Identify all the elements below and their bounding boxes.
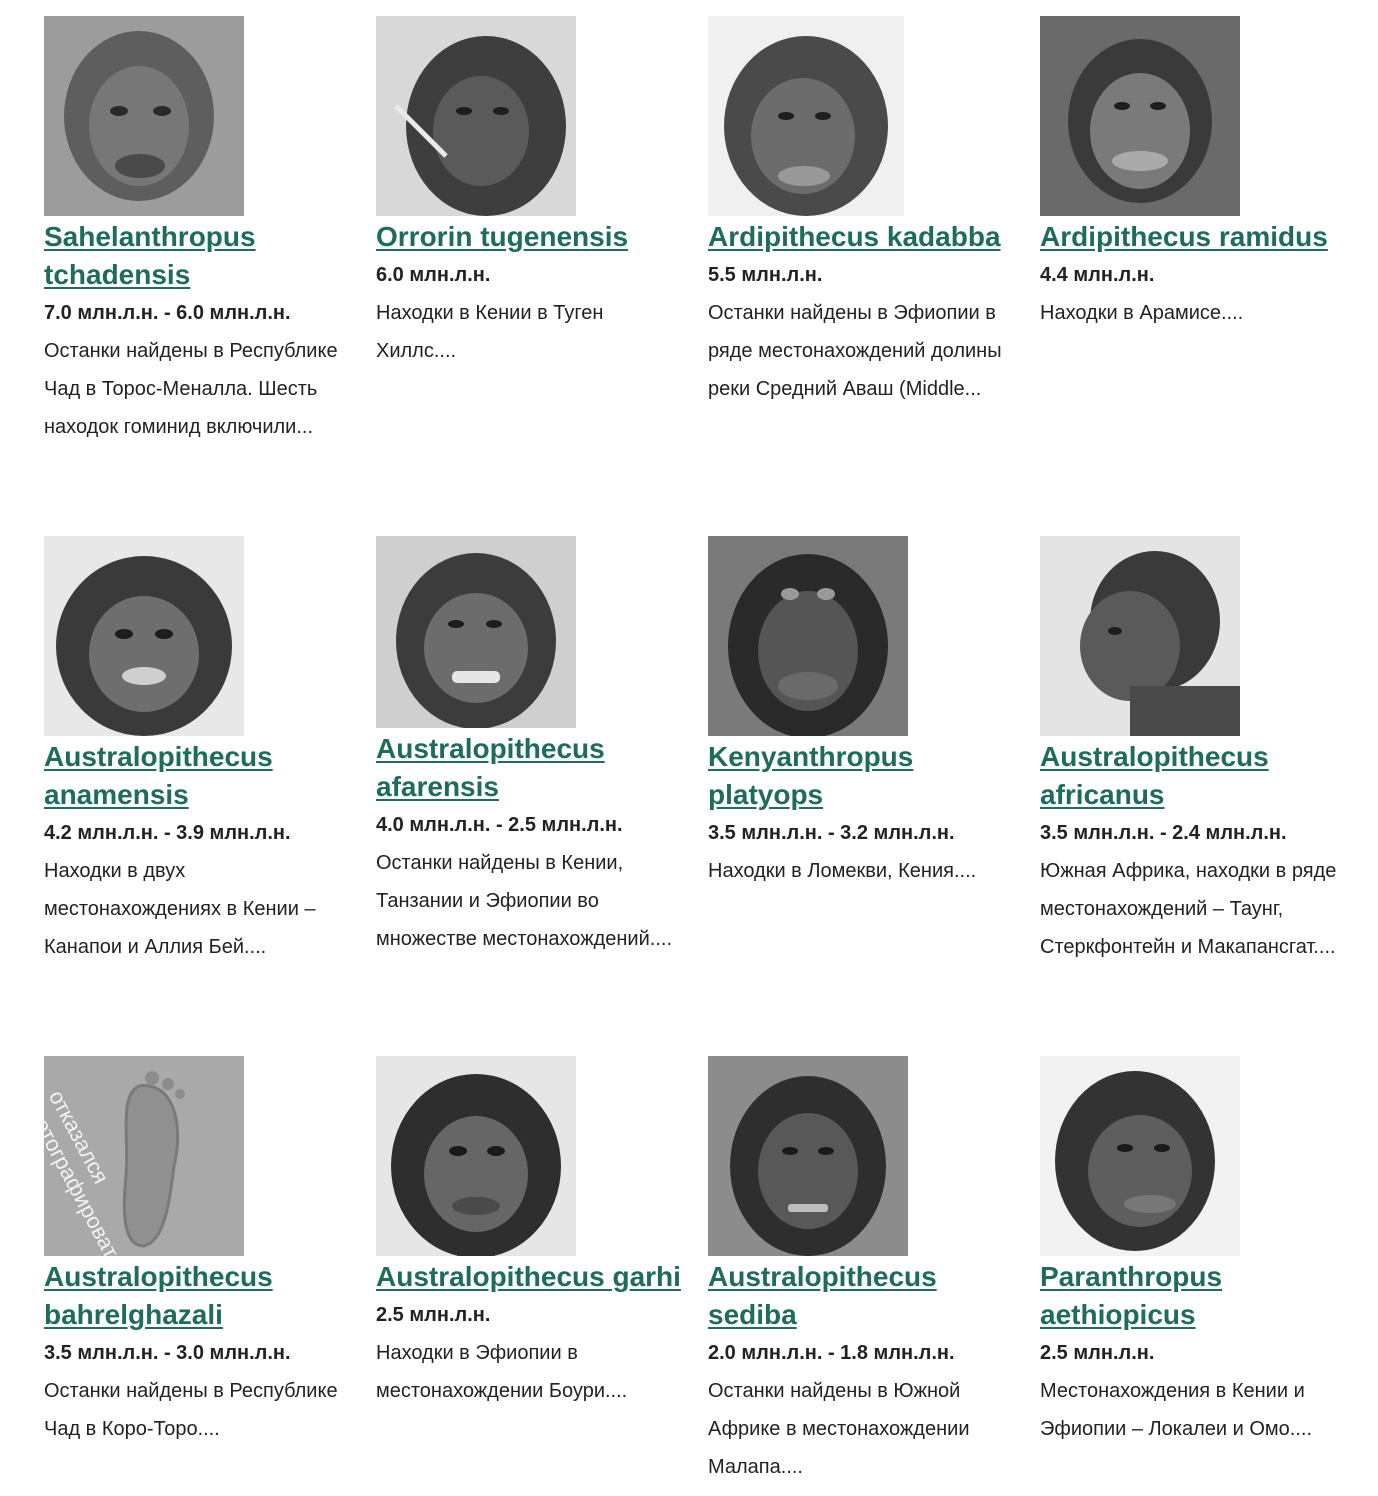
species-title-link[interactable]: Kenyanthropus platyops xyxy=(708,738,1018,814)
species-date: 3.5 млн.л.н. - 3.0 млн.л.н. xyxy=(44,1342,291,1364)
species-description: Останки найдены в Республике Чад в Коро-… xyxy=(44,1380,338,1440)
species-description: Находки в Ломекви, Кения.... xyxy=(708,860,977,882)
species-card-australopithecus-bahrelghazali: отказался фотографироваться Australopith… xyxy=(44,1056,354,1448)
hominid-portrait-icon xyxy=(376,16,576,216)
species-date: 4.2 млн.л.н. - 3.9 млн.л.н. xyxy=(44,822,291,844)
species-description: Останки найдены в Южной Африке в местона… xyxy=(708,1380,970,1478)
species-title-link[interactable]: Australopithecus anamensis xyxy=(44,738,354,814)
species-photo-link[interactable] xyxy=(1040,1056,1240,1256)
species-card-paranthropus-aethiopicus: Paranthropus aethiopicus 2.5 млн.л.н. Ме… xyxy=(1040,1056,1350,1448)
species-photo-link[interactable] xyxy=(708,536,908,736)
hominid-portrait-icon xyxy=(1040,1056,1240,1256)
hominid-portrait-icon xyxy=(708,1056,908,1256)
species-description: Находки в Эфиопии в местонахождении Боур… xyxy=(376,1342,628,1402)
species-card-ardipithecus-ramidus: Ardipithecus ramidus 4.4 млн.л.н. Находк… xyxy=(1040,16,1350,332)
species-card-kenyanthropus-platyops: Kenyanthropus platyops 3.5 млн.л.н. - 3.… xyxy=(708,536,1018,890)
species-title-link[interactable]: Ardipithecus ramidus xyxy=(1040,218,1350,256)
species-card-australopithecus-garhi: Australopithecus garhi 2.5 млн.л.н. Нахо… xyxy=(376,1056,686,1410)
species-title-link[interactable]: Sahelanthropus tchadensis xyxy=(44,218,354,294)
hominid-portrait-icon xyxy=(376,1056,576,1256)
species-date: 7.0 млн.л.н. - 6.0 млн.л.н. xyxy=(44,302,291,324)
hominid-portrait-icon xyxy=(376,536,576,728)
species-description: Останки найдены в Республике Чад в Торос… xyxy=(44,340,338,438)
species-title-link[interactable]: Orrorin tugenensis xyxy=(376,218,686,256)
species-photo-link[interactable] xyxy=(1040,16,1240,216)
species-description: Находки в двух местонахождениях в Кении … xyxy=(44,860,316,958)
hominid-portrait-icon xyxy=(708,536,908,736)
hominid-portrait-icon xyxy=(44,16,244,216)
species-date: 5.5 млн.л.н. xyxy=(708,264,823,286)
species-photo-link[interactable] xyxy=(44,536,244,736)
species-date: 2.0 млн.л.н. - 1.8 млн.л.н. xyxy=(708,1342,955,1364)
species-title-link[interactable]: Australopithecus afarensis xyxy=(376,730,686,806)
species-title-link[interactable]: Ardipithecus kadabba xyxy=(708,218,1018,256)
species-title-link[interactable]: Australopithecus africanus xyxy=(1040,738,1350,814)
species-description: Останки найдены в Кении, Танзании и Эфио… xyxy=(376,852,672,950)
species-card-australopithecus-afarensis: Australopithecus afarensis 4.0 млн.л.н. … xyxy=(376,536,686,958)
hominid-portrait-icon xyxy=(1040,16,1240,216)
hominid-portrait-icon xyxy=(1040,536,1240,736)
species-card-australopithecus-africanus: Australopithecus africanus 3.5 млн.л.н. … xyxy=(1040,536,1350,966)
species-date: 6.0 млн.л.н. xyxy=(376,264,491,286)
species-photo-link[interactable] xyxy=(708,1056,908,1256)
species-description: Находки в Кении в Туген Хиллс.... xyxy=(376,302,604,362)
species-card-sahelanthropus: Sahelanthropus tchadensis 7.0 млн.л.н. -… xyxy=(44,16,354,446)
species-card-australopithecus-sediba: Australopithecus sediba 2.0 млн.л.н. - 1… xyxy=(708,1056,1018,1486)
species-date: 3.5 млн.л.н. - 3.2 млн.л.н. xyxy=(708,822,955,844)
hominid-portrait-icon xyxy=(708,16,904,216)
species-photo-link[interactable] xyxy=(44,16,244,216)
species-card-orrorin: Orrorin tugenensis 6.0 млн.л.н. Находки … xyxy=(376,16,686,370)
species-title-link[interactable]: Paranthropus aethiopicus xyxy=(1040,1258,1350,1334)
species-description: Южная Африка, находки в ряде местонахожд… xyxy=(1040,860,1337,958)
species-photo-link[interactable] xyxy=(376,536,576,728)
species-card-australopithecus-anamensis: Australopithecus anamensis 4.2 млн.л.н. … xyxy=(44,536,354,966)
species-description: Останки найдены в Эфиопии в ряде местона… xyxy=(708,302,1002,400)
species-date: 4.0 млн.л.н. - 2.5 млн.л.н. xyxy=(376,814,623,836)
species-photo-link[interactable] xyxy=(1040,536,1240,736)
species-title-link[interactable]: Australopithecus bahrelghazali xyxy=(44,1258,354,1334)
species-card-ardipithecus-kadabba: Ardipithecus kadabba 5.5 млн.л.н. Останк… xyxy=(708,16,1018,408)
species-title-link[interactable]: Australopithecus garhi xyxy=(376,1258,686,1296)
species-date: 4.4 млн.л.н. xyxy=(1040,264,1155,286)
species-title-link[interactable]: Australopithecus sediba xyxy=(708,1258,1018,1334)
hominid-portrait-icon xyxy=(44,536,244,736)
species-description: Находки в Арамисе.... xyxy=(1040,302,1244,324)
species-date: 2.5 млн.л.н. xyxy=(376,1304,491,1326)
species-photo-link[interactable]: отказался фотографироваться xyxy=(44,1056,244,1256)
species-date: 2.5 млн.л.н. xyxy=(1040,1342,1155,1364)
species-description: Местонахождения в Кении и Эфиопии – Лока… xyxy=(1040,1380,1313,1440)
species-photo-link[interactable] xyxy=(376,1056,576,1256)
species-photo-link[interactable] xyxy=(708,16,904,216)
species-date: 3.5 млн.л.н. - 2.4 млн.л.н. xyxy=(1040,822,1287,844)
species-photo-link[interactable] xyxy=(376,16,576,216)
